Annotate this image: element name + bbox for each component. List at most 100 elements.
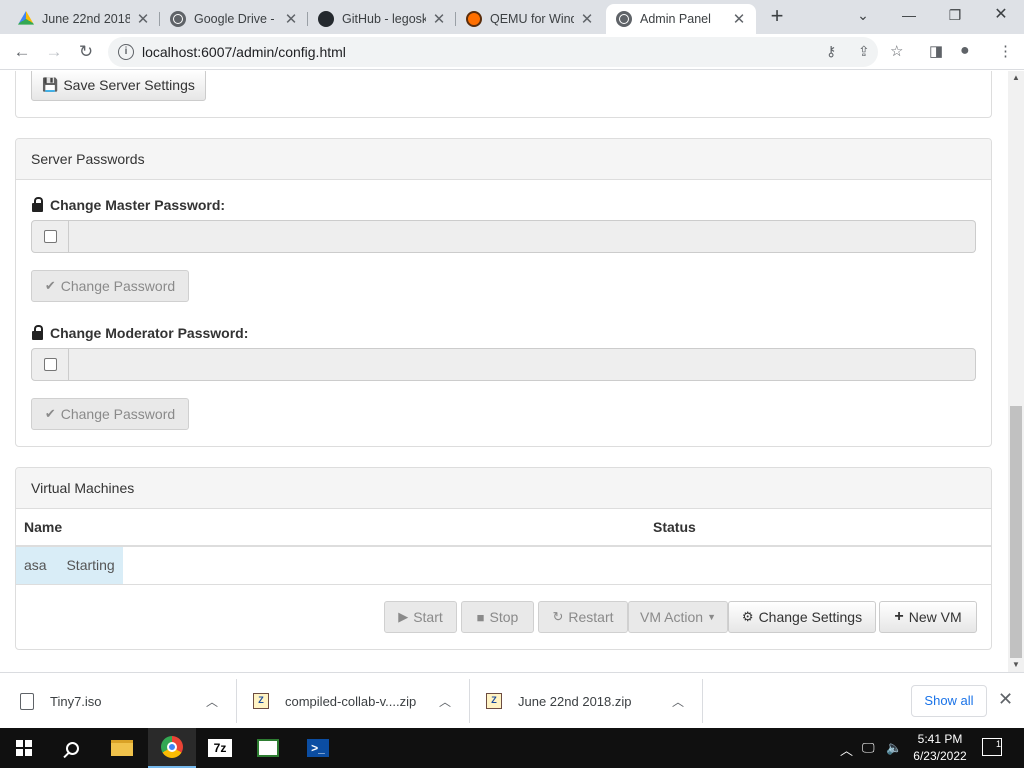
save-server-settings-button[interactable]: 💾 Save Server Settings: [31, 71, 206, 101]
server-settings-panel: 💾 Save Server Settings: [15, 71, 992, 118]
file-icon: [20, 692, 34, 710]
master-password-checkbox[interactable]: [43, 230, 57, 243]
powershell-taskbar-button[interactable]: >_: [294, 728, 342, 768]
button-label: Restart: [568, 609, 614, 625]
stop-icon: ■: [476, 609, 485, 625]
server-passwords-panel: Server Passwords Change Master Password:…: [15, 138, 992, 447]
windows-logo-icon: [16, 740, 32, 756]
check-icon: ✔: [44, 406, 56, 421]
master-password-input[interactable]: [69, 220, 976, 253]
moderator-password-checkbox[interactable]: [43, 358, 57, 371]
restore-button[interactable]: ❐: [932, 0, 978, 32]
close-icon[interactable]: ✕: [998, 689, 1013, 710]
download-filename: compiled-collab-v....zip: [285, 693, 417, 709]
file-explorer-button[interactable]: [98, 728, 146, 768]
stop-vm-button[interactable]: ■ Stop: [461, 601, 534, 633]
new-tab-button[interactable]: +: [765, 4, 789, 30]
save-icon: 💾: [42, 77, 59, 92]
address-bar[interactable]: i localhost:6007/admin/config.html ⚷ ⇪: [108, 37, 878, 67]
column-header-status: Status: [645, 509, 991, 547]
change-master-password-button[interactable]: ✔ Change Password: [31, 270, 189, 302]
forward-arrow-icon[interactable]: →: [40, 38, 68, 66]
chevron-up-icon[interactable]: ︿: [672, 693, 684, 710]
scrollbar-thumb[interactable]: [1010, 406, 1022, 658]
info-icon[interactable]: i: [118, 44, 134, 60]
tab-qemu[interactable]: QEMU for Wind ✕: [456, 4, 604, 34]
moderator-password-group: [31, 348, 976, 381]
menu-kebab-icon[interactable]: ⋮: [998, 42, 1013, 60]
tab-admin-panel[interactable]: Admin Panel ✕: [606, 4, 756, 34]
notification-center-icon[interactable]: 1: [982, 738, 1002, 756]
side-panel-icon[interactable]: ◨: [929, 42, 943, 60]
download-item[interactable]: Z June 22nd 2018.zip: [486, 673, 631, 729]
close-icon[interactable]: ✕: [432, 10, 446, 28]
tray-chevron-up-icon[interactable]: ︿: [840, 740, 853, 759]
start-button[interactable]: [0, 728, 48, 768]
show-all-button[interactable]: Show all: [911, 685, 987, 717]
globe-icon: [170, 11, 186, 27]
reload-icon[interactable]: ↻: [72, 38, 100, 66]
moderator-password-input[interactable]: [69, 348, 976, 381]
back-arrow-icon[interactable]: ←: [8, 38, 36, 66]
system-clock[interactable]: 5:41 PM 6/23/2022: [906, 731, 974, 765]
tab-june-22nd[interactable]: June 22nd 2018 ✕: [8, 4, 160, 34]
close-icon[interactable]: ✕: [136, 10, 150, 28]
restart-vm-button[interactable]: ↻ Restart: [538, 601, 628, 633]
vm-row-highlight[interactable]: asa Starting: [16, 547, 123, 584]
table-cell-combined[interactable]: asa Starting: [16, 546, 645, 585]
change-settings-button[interactable]: ⚙ Change Settings: [728, 601, 876, 633]
table-cell-empty: [645, 546, 991, 585]
app-taskbar-button[interactable]: [244, 728, 292, 768]
key-icon[interactable]: ⚷: [826, 43, 836, 60]
bookmark-star-icon[interactable]: ☆: [890, 42, 903, 60]
table-row[interactable]: asa Starting: [16, 546, 991, 585]
share-icon[interactable]: ⇪: [858, 43, 870, 60]
close-icon[interactable]: ✕: [732, 10, 746, 28]
google-drive-icon: [18, 11, 34, 25]
master-password-group: [31, 220, 976, 253]
chevron-up-icon[interactable]: ︿: [439, 693, 451, 710]
application-window-icon: [257, 739, 279, 757]
lock-icon: [32, 196, 43, 212]
tab-github[interactable]: GitHub - legosk ✕: [308, 4, 456, 34]
close-icon[interactable]: ✕: [580, 10, 594, 28]
button-label: Stop: [489, 609, 519, 625]
vm-table: Name Status asa Starting: [16, 509, 991, 585]
panel-heading: Server Passwords: [16, 139, 991, 180]
clock-time: 5:41 PM: [917, 732, 963, 746]
notification-count: 1: [995, 739, 1001, 749]
search-button[interactable]: [48, 728, 96, 768]
start-vm-button[interactable]: ▶ Start: [384, 601, 457, 633]
scroll-down-icon[interactable]: ▼: [1008, 658, 1024, 672]
search-icon: [65, 741, 79, 755]
download-item[interactable]: Z compiled-collab-v....zip: [253, 673, 416, 729]
url-text[interactable]: localhost:6007/admin/config.html: [142, 44, 346, 60]
minimize-button[interactable]: —: [886, 0, 932, 32]
tab-google-drive[interactable]: Google Drive - ✕: [160, 4, 308, 34]
window-close-button[interactable]: ✕: [978, 0, 1024, 32]
download-shelf: Tiny7.iso ︿ Z compiled-collab-v....zip ︿…: [0, 672, 1024, 728]
page-scrollbar[interactable]: ▲ ▼: [1008, 71, 1024, 672]
github-icon: [318, 11, 334, 27]
panel-heading: Virtual Machines: [16, 468, 991, 509]
chevron-up-icon[interactable]: ︿: [206, 693, 218, 710]
refresh-icon: ↻: [552, 609, 564, 624]
7zip-taskbar-button[interactable]: 7z: [196, 728, 244, 768]
download-item[interactable]: Tiny7.iso: [20, 673, 102, 729]
profile-avatar-icon[interactable]: ●: [960, 42, 970, 60]
new-vm-button[interactable]: + New VM: [879, 601, 977, 633]
vm-action-dropdown[interactable]: VM Action ▼: [628, 601, 728, 633]
lock-icon: [32, 324, 43, 340]
chrome-taskbar-button[interactable]: [148, 728, 196, 768]
scroll-up-icon[interactable]: ▲: [1008, 71, 1024, 85]
tab-search-chevron-icon[interactable]: ⌄: [840, 0, 886, 32]
volume-icon[interactable]: 🔈: [886, 740, 902, 756]
tab-title: QEMU for Wind: [490, 12, 574, 26]
close-icon[interactable]: ✕: [284, 10, 298, 28]
page-viewport: 💾 Save Server Settings Server Passwords …: [0, 71, 1008, 672]
button-label: Change Password: [60, 278, 176, 294]
change-moderator-password-button[interactable]: ✔ Change Password: [31, 398, 189, 430]
network-icon[interactable]: 🖵: [862, 740, 875, 756]
folder-icon: [111, 740, 133, 756]
vm-name: asa: [24, 557, 47, 573]
